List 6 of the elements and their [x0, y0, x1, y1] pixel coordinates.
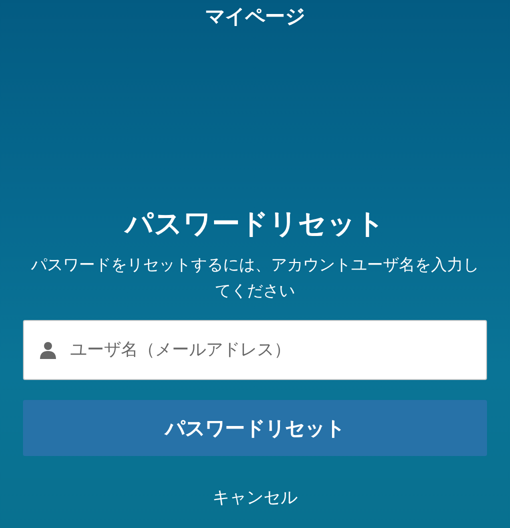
page-title: マイページ	[205, 3, 305, 30]
form-heading: パスワードリセット	[125, 206, 385, 242]
cancel-link[interactable]: キャンセル	[212, 486, 298, 509]
username-field[interactable]: ユーザ名（メールアドレス）	[23, 320, 487, 380]
reset-button[interactable]: パスワードリセット	[23, 400, 487, 456]
instructions-text: パスワードをリセットするには、アカウントユーザ名を入力してください	[30, 254, 480, 302]
